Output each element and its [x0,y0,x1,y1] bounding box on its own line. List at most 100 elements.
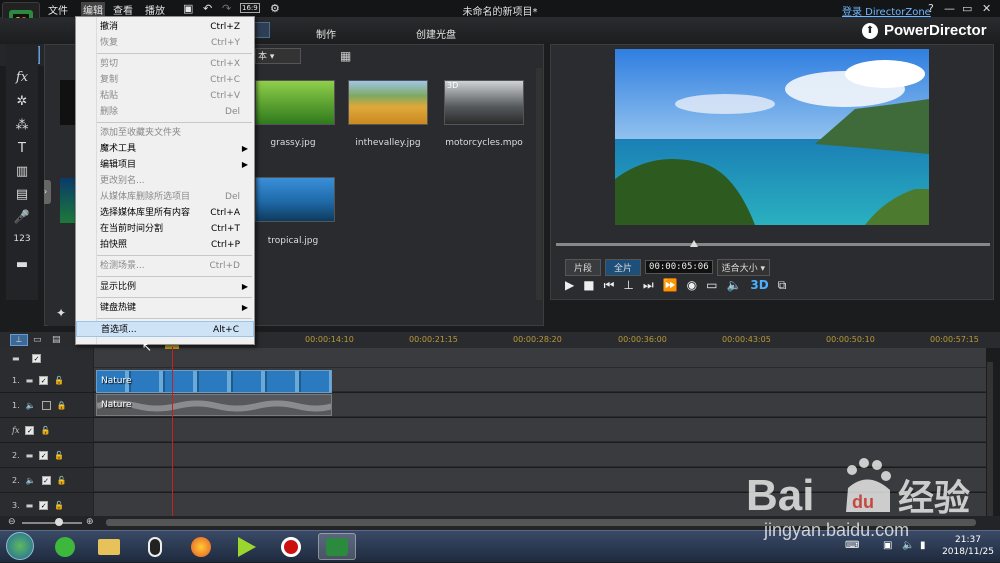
media-player-icon[interactable] [228,533,266,560]
next-frame-icon[interactable]: ⏭ [643,278,654,293]
menu-item-cut[interactable]: 剪切 Ctrl+X [76,56,254,72]
library-filter-dropdown[interactable]: 本 ▾ [255,48,301,64]
previous-frame-icon[interactable]: ⏮ [604,278,615,293]
menu-item-copy[interactable]: 复制 Ctrl+C [76,72,254,88]
media-thumbnail-grassy[interactable] [255,80,335,125]
menu-item-redo[interactable]: 恢复 Ctrl+Y [76,35,254,51]
3d-toggle-icon[interactable]: 3D [750,278,768,293]
menu-item-preferences[interactable]: 首选项... Alt+C [76,321,254,337]
audio-mixing-icon[interactable]: ▤ [8,187,36,205]
chapter-room-icon[interactable]: 123 [8,234,36,252]
menu-play[interactable]: 播放 [145,2,165,17]
browser-360-icon[interactable] [46,533,84,560]
voiceover-mic-icon[interactable]: 🎤 [8,210,36,228]
menu-file[interactable]: 文件 [48,2,68,17]
zoom-slider-thumb[interactable] [55,518,63,526]
aspect-ratio-badge[interactable]: 16:9 [240,3,260,13]
track-enable-checkbox[interactable]: ✓ [39,375,49,385]
play-icon[interactable]: ▶ [565,278,574,293]
preview-scrubber[interactable] [556,243,990,246]
subtitle-room-icon[interactable]: ▬ [8,257,36,275]
video-track-3[interactable] [0,493,986,517]
minimize-button[interactable]: — [944,2,955,15]
powerdirector-taskbar-icon[interactable] [318,533,356,560]
track-enable-checkbox[interactable]: ✓ [32,353,41,363]
tray-volume-icon[interactable]: 🔈 [902,540,914,551]
thumbnail-partial[interactable] [60,178,75,223]
media-thumbnail-tropical[interactable] [255,177,335,222]
track-enable-checkbox[interactable]: ✓ [41,475,51,485]
unlocked-icon[interactable]: 🔓 [54,451,64,460]
menu-item-split-at-time[interactable]: 在当前时间分割 Ctrl+T [76,221,254,237]
qq-penguin-icon[interactable] [136,533,174,560]
expand-panel-handle[interactable]: › [44,180,51,204]
audio-clip[interactable]: Nature [96,394,332,416]
settings-gear-icon[interactable]: ⚙ [270,2,280,15]
timeline-vscroll[interactable] [987,362,993,516]
screen-recorder-icon[interactable] [272,533,310,560]
volume-icon[interactable]: 🔈 [726,278,741,293]
menu-item-remove-from-library[interactable]: 从媒体库删除所选项目 Del [76,189,254,205]
snapshot-camera-icon[interactable]: ◉ [687,278,697,293]
timecode-display[interactable]: 00:00:05:06 [645,260,713,274]
zoom-out-icon[interactable]: ⊖ [8,517,16,527]
track-enable-checkbox[interactable] [41,400,51,410]
restore-button[interactable]: ▭ [962,2,972,15]
tray-device-icon[interactable]: ▣ [883,540,892,551]
menu-item-delete[interactable]: 删除 Del [76,104,254,120]
timeline-hscroll[interactable] [106,519,976,526]
menu-item-paste[interactable]: 粘贴 Ctrl+V [76,88,254,104]
audio-track-2[interactable] [0,468,986,492]
unlocked-icon[interactable]: 🔓 [40,426,50,435]
scrubber-handle[interactable] [690,240,698,247]
video-clip[interactable]: Nature [96,370,332,393]
locked-icon[interactable]: 🔒 [57,401,67,410]
magic-tools-icon[interactable]: ✦ [48,306,74,326]
grid-view-icon[interactable]: ▦ [340,49,351,63]
media-thumbnail-inthevalley[interactable] [348,80,428,125]
fx-track[interactable] [0,418,986,442]
menu-item-snapshot[interactable]: 拍快照 Ctrl+P [76,237,254,253]
thumbnail-partial[interactable] [60,80,75,125]
undock-preview-icon[interactable]: ⧉ [778,278,787,293]
menu-item-add-to-favorites[interactable]: 添加至收藏夹文件夹 [76,125,254,141]
title-room-icon[interactable]: T [8,141,36,159]
tab-create-disc[interactable]: 创建光盘 [416,26,456,41]
close-button[interactable]: ✕ [982,2,991,15]
tray-keyboard-icon[interactable]: ⌨ [845,540,859,551]
particle-icon[interactable]: ⁂ [8,118,36,136]
zoom-slider[interactable] [22,522,82,524]
movie-mode-button[interactable]: 全片 [605,258,642,276]
unlocked-icon[interactable]: 🔓 [54,501,64,510]
menu-item-undo[interactable]: 撤消 Ctrl+Z [76,19,254,35]
unlocked-icon[interactable]: 🔓 [57,476,67,485]
taskbar-clock[interactable]: 21:37 2018/11/25 [940,534,996,558]
menu-item-rename[interactable]: 更改别名... [76,173,254,189]
fast-forward-icon[interactable]: ⏩ [663,278,678,293]
tray-network-icon[interactable]: ▮ [920,540,926,551]
fx-room-icon[interactable]: fx [8,70,36,88]
menu-item-magic-tools[interactable]: 魔术工具 ▶ [76,141,254,157]
file-explorer-icon[interactable] [90,533,128,560]
help-button[interactable]: ? [928,2,934,15]
unlocked-icon[interactable]: 🔓 [54,376,64,385]
timeline-view-icon[interactable]: ⊥ [10,334,28,346]
pip-objects-icon[interactable]: ✲ [8,94,36,112]
menu-item-display-ratio[interactable]: 显示比例 ▶ [76,279,254,295]
storyboard-view-icon[interactable]: ▭ [33,335,42,345]
undo-icon[interactable]: ↶ [203,2,212,15]
menu-view[interactable]: 查看 [113,2,133,17]
stop-icon[interactable]: ■ [583,278,594,293]
track-enable-checkbox[interactable]: ✓ [39,500,49,510]
start-button[interactable] [6,532,34,560]
tab-produce[interactable]: 制作 [316,26,336,41]
directorzone-login-link[interactable]: 登录 DirectorZone [842,3,931,18]
save-icon[interactable]: ▣ [183,2,193,15]
redo-icon[interactable]: ↷ [222,2,231,15]
menu-edit[interactable]: 编辑 [81,2,105,17]
zoom-fit-dropdown[interactable]: 适合大小 ▾ [716,258,771,276]
firefox-icon[interactable] [182,533,220,560]
video-track-2[interactable] [0,443,986,467]
clip-mode-button[interactable]: 片段 [565,258,602,276]
menu-item-select-all[interactable]: 选择媒体库里所有内容 Ctrl+A [76,205,254,221]
